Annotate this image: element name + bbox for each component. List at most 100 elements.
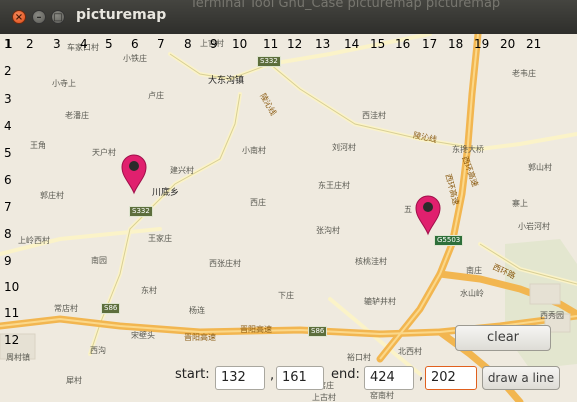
background-window-titles: Terminal Tool Gnu_Case picturemap pictur… [190,0,501,11]
place-label: 周村镇 [6,353,30,362]
road-label: 晋阳高速 [240,325,272,334]
grid-x-label: 11 [263,37,279,51]
place-label: 北西村 [398,347,422,356]
maximize-button[interactable]: □ [51,10,65,24]
place-label: 下庄 [278,291,294,300]
place-label: 小南村 [242,146,266,155]
road-shield: S332 [129,206,153,217]
place-label: 卢庄 [148,91,164,100]
grid-x-label: 17 [422,37,438,51]
place-label: 王家庄 [148,234,172,243]
grid-x-label: 18 [448,37,464,51]
place-label: 东王庄村 [318,181,350,190]
grid-x-label: 7 [157,37,165,51]
place-label: 水山岭 [460,289,484,298]
grid-x-label: 12 [287,37,303,51]
end-x-field[interactable]: 424 [364,366,414,390]
place-label: 天户村 [92,148,116,157]
place-label: 刘河村 [332,143,356,152]
grid-y-label: 8 [4,227,12,241]
place-label: 老韦庄 [512,69,536,78]
grid-y-label: 7 [4,200,12,214]
place-label: 核桃洼村 [355,257,387,266]
grid-x-label: 20 [500,37,516,51]
place-label: 东搀大桥 [452,145,484,154]
place-label: 西秀园 [540,311,564,320]
place-label: 东村 [141,286,157,295]
place-label: 川底乡 [152,188,180,198]
grid-x-label: 4 [80,37,88,51]
road-shield: G5503 [434,235,464,246]
place-label: 老潘庄 [65,111,89,120]
grid-x-label: 16 [395,37,411,51]
grid-y-label: 5 [4,146,12,160]
grid-y-label: 11 [4,306,20,320]
place-label: 上古村 [312,393,336,402]
grid-x-label: 21 [526,37,542,51]
road-shield: S86 [101,303,121,314]
place-label: 窑南村 [370,391,394,400]
place-label: 西张庄村 [209,259,241,268]
start-label: start: [175,367,210,382]
grid-y-label: 4 [4,119,12,133]
place-label: 西洼村 [362,111,386,120]
place-label: 西庄 [250,198,266,207]
end-marker-icon[interactable] [414,194,442,236]
comma-separator: , [419,368,424,383]
place-label: 寨上 [512,199,528,208]
place-label: 上岭西村 [18,236,50,245]
place-label: 辘轳井村 [364,297,396,306]
grid-x-label: 19 [474,37,490,51]
place-label: 王角 [30,141,46,150]
road-label: 晋阳高速 [184,333,216,342]
grid-x-label: 9 [210,37,218,51]
window-title: picturemap [76,7,167,23]
grid-y-label: 3 [4,92,12,106]
place-label: 郭庄村 [40,191,64,200]
grid-y-label: 1 [4,37,12,51]
place-label: 南庄 [466,266,482,275]
place-label: 大东沟镇 [208,76,245,86]
grid-x-label: 6 [131,37,139,51]
grid-x-label: 3 [53,37,61,51]
place-label: 建兴村 [170,166,194,175]
place-label: 五 [404,205,412,214]
grid-y-label: 6 [4,173,12,187]
title-bar: Terminal Tool Gnu_Case picturemap pictur… [0,0,577,34]
place-label: 南园 [91,256,107,265]
place-label: 小寺上 [52,79,76,88]
clear-button[interactable]: clear [455,325,551,351]
end-y-field[interactable]: 202 [425,366,477,390]
grid-y-label: 12 [4,333,20,347]
grid-x-label: 2 [26,37,34,51]
road-shield: S86 [308,326,328,337]
close-button[interactable]: × [12,10,26,24]
place-label: 裕口村 [347,353,371,362]
comma-separator: , [270,368,275,383]
place-label: 常店村 [54,304,78,313]
grid-x-label: 10 [232,37,248,51]
draw-line-button[interactable]: draw a line [482,366,560,390]
end-label: end: [331,367,360,382]
place-label: 郭山村 [528,163,552,172]
grid-x-label: 13 [315,37,331,51]
start-x-field[interactable]: 132 [215,366,265,390]
place-label: 宋壁头 [131,331,155,340]
grid-x-label: 14 [344,37,360,51]
place-label: 西沟 [90,346,106,355]
road-shield: S332 [257,56,281,67]
grid-x-label: 15 [370,37,386,51]
place-label: 小铁庄 [123,54,147,63]
place-label: 张沟村 [316,226,340,235]
grid-y-label: 10 [4,280,20,294]
grid-x-label: 8 [184,37,192,51]
start-marker-icon[interactable] [120,153,148,195]
start-y-field[interactable]: 161 [276,366,324,390]
place-label: 杨连 [189,306,205,315]
grid-y-label: 2 [4,64,12,78]
place-label: 小岩河村 [518,222,550,231]
place-label: 犀村 [66,376,82,385]
grid-y-label: 9 [4,254,12,268]
minimize-button[interactable]: – [32,10,46,24]
grid-x-label: 5 [105,37,113,51]
